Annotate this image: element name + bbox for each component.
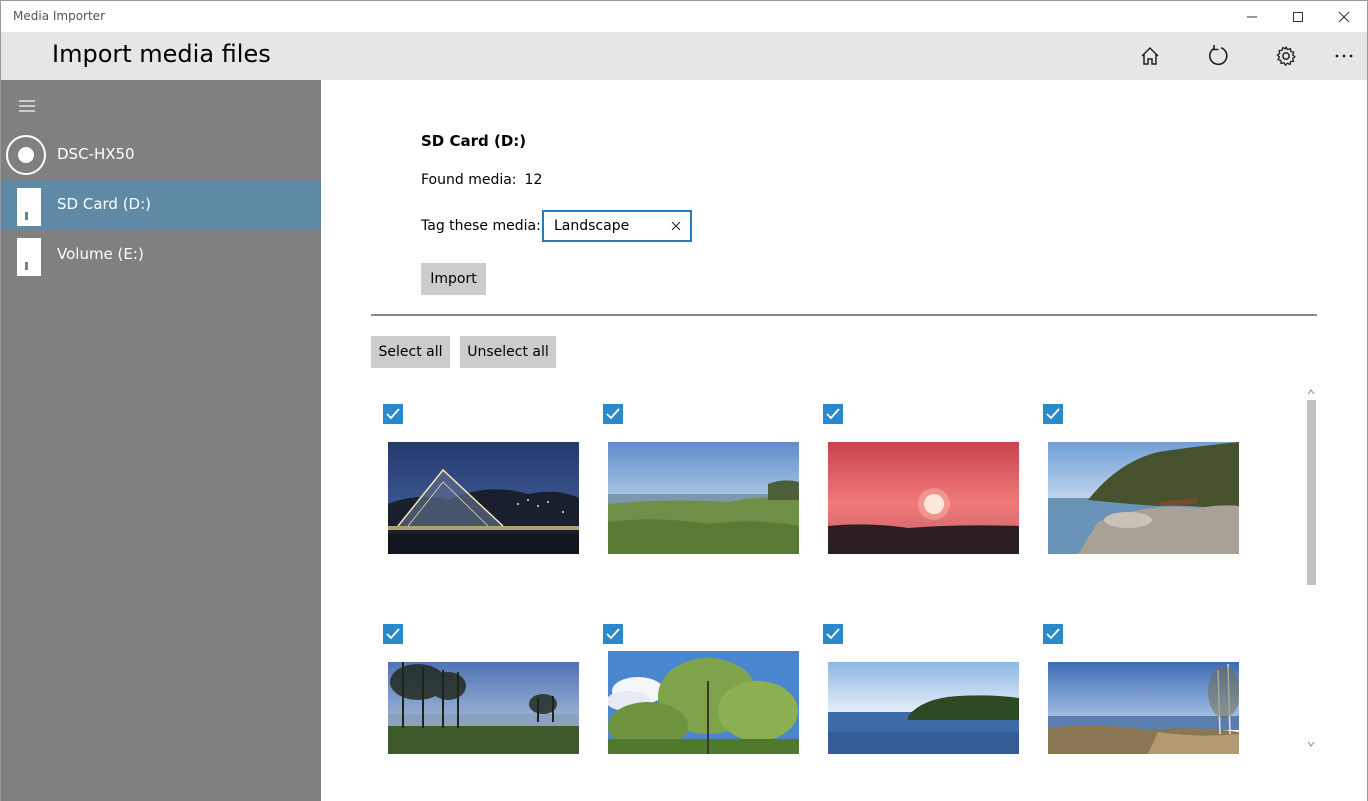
checkmark-icon	[386, 628, 400, 640]
media-checkbox[interactable]	[1043, 404, 1063, 424]
media-thumbnail	[828, 662, 1019, 754]
checkmark-icon	[386, 408, 400, 420]
sidebar: DSC-HX50 SD Card (D:) Volume (E:)	[0, 80, 321, 801]
hamburger-button[interactable]	[1, 80, 53, 132]
sidebar-item-volume-e[interactable]: Volume (E:)	[1, 230, 321, 280]
media-tile[interactable]	[811, 388, 1031, 608]
sidebar-item-label: SD Card (D:)	[57, 195, 152, 213]
media-tile[interactable]	[591, 388, 811, 608]
found-media-label: Found media:	[421, 172, 517, 188]
tag-row: Tag these media:	[421, 210, 692, 242]
maximize-button[interactable]	[1275, 1, 1321, 33]
hamburger-icon	[19, 100, 35, 112]
camera-disc-icon	[5, 134, 47, 176]
media-thumbnail	[608, 651, 799, 754]
photo-bridge-night	[388, 442, 579, 554]
gear-icon	[1276, 46, 1296, 66]
clear-tag-button[interactable]	[666, 216, 686, 236]
app-header: Import media files	[0, 32, 1368, 80]
tag-input[interactable]	[544, 212, 664, 240]
sidebar-item-sd-card[interactable]: SD Card (D:)	[1, 180, 321, 230]
found-media-count: 12	[524, 172, 543, 188]
media-thumbnail	[828, 442, 1019, 554]
media-tile[interactable]	[1031, 608, 1251, 801]
main-content: SD Card (D:) Found media: 12 Tag these me…	[321, 80, 1368, 801]
page-title: Import media files	[52, 40, 271, 68]
checkmark-icon	[606, 628, 620, 640]
photo-shore-reeds	[1048, 662, 1239, 754]
media-thumbnail	[1048, 442, 1239, 554]
chevron-down-icon	[1307, 741, 1315, 747]
sidebar-item-label: Volume (E:)	[57, 245, 144, 263]
scroll-up-button[interactable]	[1305, 386, 1317, 398]
media-thumbnail	[1048, 662, 1239, 754]
scroll-down-button[interactable]	[1305, 738, 1317, 750]
scrollbar-thumb[interactable]	[1307, 400, 1316, 585]
drive-title: SD Card (D:)	[421, 132, 527, 150]
home-button[interactable]	[1126, 32, 1174, 80]
media-checkbox[interactable]	[383, 624, 403, 644]
media-checkbox[interactable]	[383, 404, 403, 424]
media-checkbox[interactable]	[603, 404, 623, 424]
home-icon	[1141, 46, 1159, 65]
photo-grassy-shore	[608, 442, 799, 554]
checkmark-icon	[606, 408, 620, 420]
section-divider	[371, 314, 1317, 316]
checkmark-icon	[826, 628, 840, 640]
close-button[interactable]	[1321, 1, 1367, 33]
sidebar-item-dsc-hx50[interactable]: DSC-HX50	[1, 130, 321, 180]
media-thumbnail	[388, 662, 579, 754]
close-icon	[1338, 11, 1350, 23]
media-checkbox[interactable]	[603, 624, 623, 644]
drive-icon	[5, 234, 47, 276]
checkmark-icon	[1046, 628, 1060, 640]
window-title: Media Importer	[13, 9, 105, 23]
media-tile[interactable]	[811, 608, 1031, 801]
clear-icon	[671, 221, 681, 231]
media-grid	[371, 388, 1306, 801]
media-checkbox[interactable]	[823, 624, 843, 644]
media-tile[interactable]	[371, 608, 591, 801]
refresh-button[interactable]	[1194, 32, 1242, 80]
more-options-button[interactable]	[1320, 32, 1368, 80]
settings-button[interactable]	[1262, 32, 1310, 80]
unselect-all-button[interactable]: Unselect all	[460, 336, 556, 368]
media-checkbox[interactable]	[823, 404, 843, 424]
chevron-up-icon	[1307, 389, 1315, 395]
media-tile[interactable]	[591, 608, 811, 801]
photo-trees-lake	[388, 662, 579, 754]
photo-sunset	[828, 442, 1019, 554]
media-thumbnail	[388, 442, 579, 554]
media-thumbnail	[608, 442, 799, 554]
photo-lake-island	[828, 662, 1019, 754]
maximize-icon	[1293, 12, 1303, 22]
found-media-row: Found media: 12	[421, 172, 542, 188]
tag-input-box	[542, 210, 692, 242]
media-tile[interactable]	[1031, 388, 1251, 608]
minimize-icon	[1247, 16, 1257, 18]
checkmark-icon	[826, 408, 840, 420]
sidebar-item-label: DSC-HX50	[57, 145, 135, 163]
title-bar: Media Importer	[0, 0, 1368, 32]
select-all-button[interactable]: Select all	[371, 336, 450, 368]
media-tile[interactable]	[371, 388, 591, 608]
tag-label: Tag these media:	[421, 218, 541, 234]
checkmark-icon	[1046, 408, 1060, 420]
photo-spring-trees	[608, 651, 799, 754]
photo-rocky-shore	[1048, 442, 1239, 554]
minimize-button[interactable]	[1229, 1, 1275, 33]
import-button[interactable]: Import	[421, 263, 486, 295]
more-icon	[1335, 54, 1353, 58]
refresh-icon	[1209, 45, 1228, 66]
drive-icon	[5, 184, 47, 226]
media-checkbox[interactable]	[1043, 624, 1063, 644]
